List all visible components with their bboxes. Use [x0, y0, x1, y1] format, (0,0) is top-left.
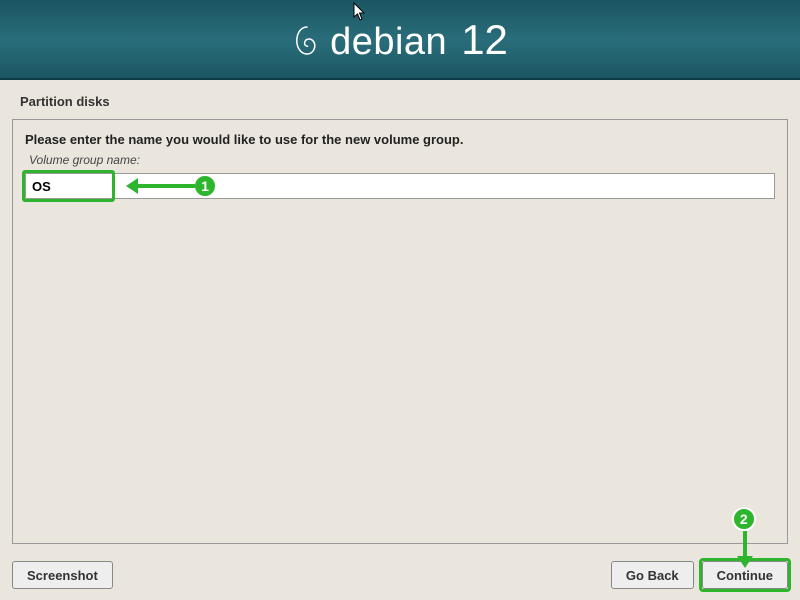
brand-name: debian: [330, 21, 447, 64]
installer-header: debian 12: [0, 0, 800, 80]
continue-wrapper: Continue 2: [702, 561, 788, 589]
continue-button[interactable]: Continue: [702, 561, 788, 589]
screenshot-button[interactable]: Screenshot: [12, 561, 113, 589]
input-wrapper: 1: [25, 173, 775, 199]
instruction-text: Please enter the name you would like to …: [25, 132, 775, 147]
section-title: Partition disks: [0, 80, 800, 119]
main-panel: Please enter the name you would like to …: [12, 119, 788, 544]
goback-button[interactable]: Go Back: [611, 561, 694, 589]
volume-group-input[interactable]: [25, 173, 775, 199]
header-title: debian 12: [330, 16, 508, 64]
brand-version: 12: [461, 16, 508, 64]
bottom-button-bar: Screenshot Go Back Continue 2: [0, 550, 800, 600]
debian-swirl-icon: [292, 23, 322, 61]
volume-group-label: Volume group name:: [29, 153, 775, 167]
